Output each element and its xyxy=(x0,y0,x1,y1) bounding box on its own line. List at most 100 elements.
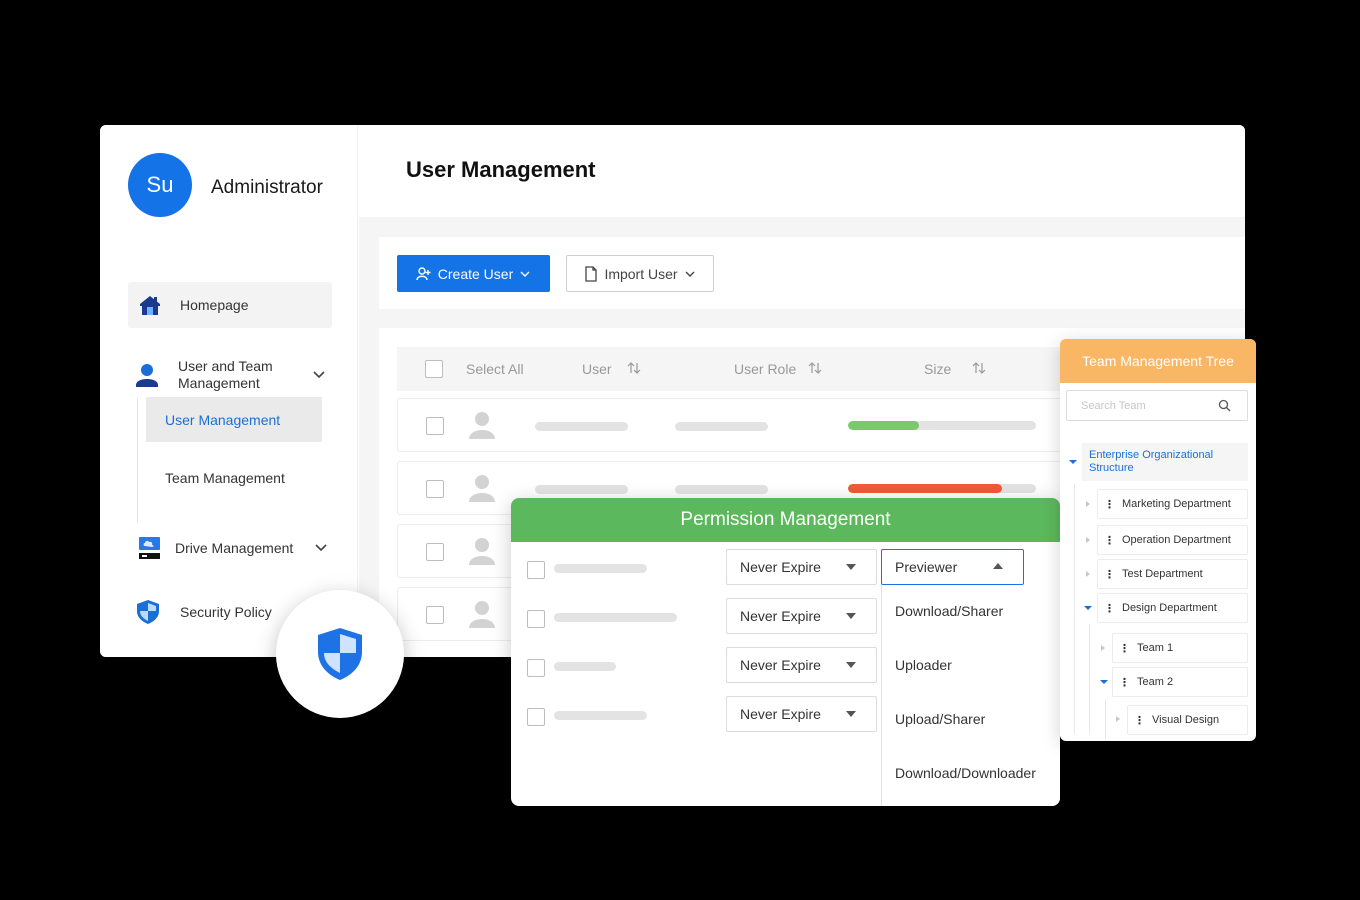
role-select[interactable]: Previewer xyxy=(881,549,1024,585)
caret-down-icon xyxy=(846,564,856,570)
expand-icon[interactable] xyxy=(1069,460,1077,464)
column-header-select-all[interactable]: Select All xyxy=(466,361,524,377)
sort-icon[interactable] xyxy=(972,361,986,375)
user-icon xyxy=(136,364,158,387)
file-icon xyxy=(585,265,598,282)
search-icon[interactable] xyxy=(1218,399,1231,412)
sidebar-item-label: Security Policy xyxy=(180,604,272,620)
column-header-size[interactable]: Size xyxy=(924,361,951,377)
collapse-icon[interactable] xyxy=(1086,571,1090,577)
create-user-button[interactable]: Create User xyxy=(397,255,550,292)
search-team-input[interactable]: Search Team xyxy=(1066,390,1248,421)
role-option[interactable]: Uploader xyxy=(895,657,952,673)
team-management-tree-panel: Team Management Tree Search Team Enterpr… xyxy=(1060,339,1256,741)
import-user-button[interactable]: Import User xyxy=(566,255,714,292)
row-checkbox[interactable] xyxy=(426,543,444,561)
user-name-placeholder xyxy=(535,485,628,494)
security-badge xyxy=(276,590,404,718)
collapse-icon[interactable] xyxy=(1101,645,1105,651)
chevron-down-icon[interactable] xyxy=(314,541,328,555)
storage-usage-fill xyxy=(848,484,1003,493)
user-avatar-icon xyxy=(469,475,495,502)
role-option[interactable]: Upload/Sharer xyxy=(895,711,985,727)
drag-handle-icon[interactable]: ⋮ xyxy=(1104,498,1115,511)
tree-node-team-2[interactable]: ⋮ Team 2 xyxy=(1112,667,1248,697)
drag-handle-icon[interactable]: ⋮ xyxy=(1104,568,1115,581)
sort-icon[interactable] xyxy=(808,361,822,375)
home-icon xyxy=(140,296,160,315)
collapse-icon[interactable] xyxy=(1086,537,1090,543)
drag-handle-icon[interactable]: ⋮ xyxy=(1119,676,1130,689)
submenu-divider xyxy=(137,398,138,523)
tree-node-marketing[interactable]: ⋮ Marketing Department xyxy=(1097,489,1248,519)
permission-management-panel: Permission Management Never Expire Never… xyxy=(511,498,1060,806)
select-all-checkbox[interactable] xyxy=(425,360,443,378)
avatar[interactable]: Su xyxy=(128,153,192,217)
sidebar-item-label: User and Team Management xyxy=(178,358,273,391)
expand-icon[interactable] xyxy=(1084,606,1092,610)
sort-icon[interactable] xyxy=(627,361,641,375)
user-avatar-icon xyxy=(469,412,495,439)
user-role-placeholder xyxy=(675,422,768,431)
tree-root-node[interactable]: Enterprise Organizational Structure xyxy=(1082,443,1248,481)
user-name-placeholder xyxy=(554,564,647,573)
tree-node-test[interactable]: ⋮ Test Department xyxy=(1097,559,1248,589)
permission-panel-title: Permission Management xyxy=(511,498,1060,542)
expiry-value: Never Expire xyxy=(740,608,821,624)
column-header-user[interactable]: User xyxy=(582,361,612,377)
expiry-select[interactable]: Never Expire xyxy=(726,647,877,683)
expiry-select[interactable]: Never Expire xyxy=(726,549,877,585)
tree-guide-line xyxy=(1089,624,1090,734)
tree-guide-line xyxy=(1074,484,1075,734)
collapse-icon[interactable] xyxy=(1086,501,1090,507)
shield-icon xyxy=(318,628,362,680)
row-checkbox[interactable] xyxy=(527,708,545,726)
drag-handle-icon[interactable]: ⋮ xyxy=(1104,602,1115,615)
row-checkbox[interactable] xyxy=(426,606,444,624)
row-checkbox[interactable] xyxy=(426,480,444,498)
avatar-initials: Su xyxy=(146,172,174,197)
row-checkbox[interactable] xyxy=(527,610,545,628)
tree-node-team-1[interactable]: ⋮ Team 1 xyxy=(1112,633,1248,663)
role-dropdown-menu: Download/Sharer Uploader Upload/Sharer D… xyxy=(881,585,1060,806)
page-title: User Management xyxy=(406,157,596,182)
expiry-value: Never Expire xyxy=(740,706,821,722)
tree-node-design[interactable]: ⋮ Design Department xyxy=(1097,593,1248,623)
drag-handle-icon[interactable]: ⋮ xyxy=(1104,534,1115,547)
sidebar-subitem-user-management[interactable]: User Management xyxy=(146,397,322,442)
user-name-placeholder xyxy=(554,711,647,720)
expiry-select[interactable]: Never Expire xyxy=(726,598,877,634)
tree-node-label: Team 2 xyxy=(1137,676,1174,688)
tree-node-label: Test Department xyxy=(1122,568,1203,580)
expiry-value: Never Expire xyxy=(740,657,821,673)
tree-node-label: Visual Design xyxy=(1152,714,1220,726)
sidebar: Su Administrator Homepage User and Team … xyxy=(100,125,358,657)
user-name: Administrator xyxy=(211,177,323,198)
expiry-select[interactable]: Never Expire xyxy=(726,696,877,732)
drag-handle-icon[interactable]: ⋮ xyxy=(1119,642,1130,655)
caret-down-icon xyxy=(846,613,856,619)
expand-icon[interactable] xyxy=(1100,680,1108,684)
user-role-placeholder xyxy=(675,485,768,494)
sidebar-subitem-team-management[interactable]: Team Management xyxy=(146,455,322,500)
sidebar-item-user-team-management[interactable]: User and Team Management xyxy=(136,353,326,397)
row-checkbox[interactable] xyxy=(426,417,444,435)
caret-up-icon xyxy=(993,563,1003,569)
tree-node-operation[interactable]: ⋮ Operation Department xyxy=(1097,525,1248,555)
collapse-icon[interactable] xyxy=(1116,716,1120,722)
user-name-placeholder xyxy=(554,662,616,671)
tree-guide-line xyxy=(1105,699,1106,739)
tree-node-label: Team 1 xyxy=(1137,642,1174,654)
chevron-down-icon[interactable] xyxy=(312,368,326,382)
row-checkbox[interactable] xyxy=(527,659,545,677)
role-option[interactable]: Download/Downloader xyxy=(895,765,1036,781)
row-checkbox[interactable] xyxy=(527,561,545,579)
caret-down-icon xyxy=(846,711,856,717)
tree-node-visual-design[interactable]: ⋮ Visual Design xyxy=(1127,705,1248,735)
sidebar-item-drive-management[interactable]: Drive Management xyxy=(138,533,328,563)
role-option[interactable]: Download/Sharer xyxy=(895,603,1003,619)
page-header: User Management xyxy=(359,125,1245,217)
drag-handle-icon[interactable]: ⋮ xyxy=(1134,714,1145,727)
column-header-user-role[interactable]: User Role xyxy=(734,361,796,377)
sidebar-item-homepage[interactable]: Homepage xyxy=(128,282,332,328)
